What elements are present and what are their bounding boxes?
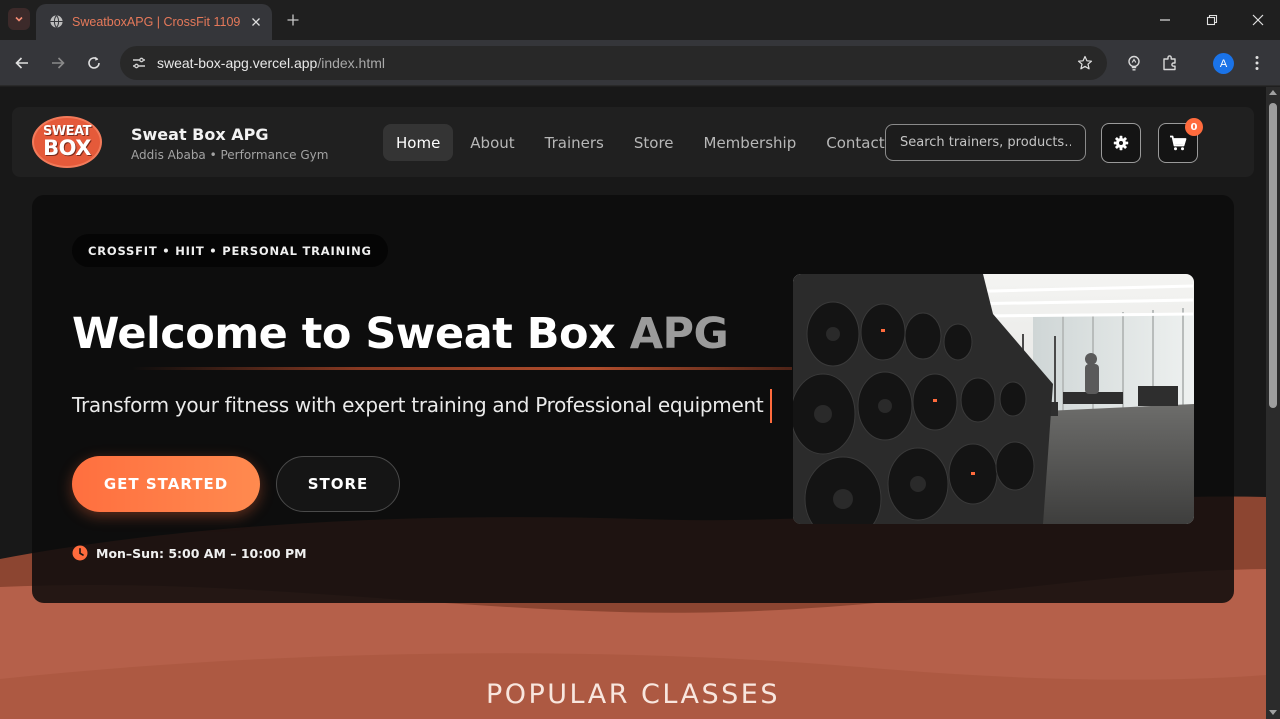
cart-button[interactable]: 0 <box>1158 118 1203 163</box>
browser-toolbar: sweat-box-apg.vercel.app/index.html A <box>0 40 1280 86</box>
logo-text-bottom: BOX <box>43 136 91 160</box>
opening-hours: Mon–Sun: 5:00 AM – 10:00 PM <box>72 545 307 561</box>
site-logo[interactable]: SWEAT BOX <box>32 116 102 168</box>
url-text: sweat-box-apg.vercel.app/index.html <box>157 55 385 71</box>
hero-title-main: Welcome to Sweat Box <box>72 309 630 359</box>
address-bar[interactable]: sweat-box-apg.vercel.app/index.html <box>120 46 1107 80</box>
minimize-icon <box>1160 19 1170 21</box>
hero-title: Welcome to Sweat Box APG <box>72 309 729 359</box>
title-underline <box>132 367 792 370</box>
gym-photo <box>793 274 1194 524</box>
brand-name: Sweat Box APG <box>131 125 269 144</box>
get-started-button[interactable]: GET STARTED <box>72 456 260 512</box>
profile-avatar[interactable]: A <box>1213 53 1234 74</box>
bookmark-button[interactable] <box>1075 53 1095 73</box>
extensions-button[interactable] <box>1159 52 1181 74</box>
scroll-thumb[interactable] <box>1269 103 1277 408</box>
browser-tab-active[interactable]: SweatboxAPG | CrossFit 1109 <box>36 4 272 40</box>
globe-icon <box>50 15 63 28</box>
hero-section: CROSSFIT • HIIT • PERSONAL TRAINING Welc… <box>32 195 1234 603</box>
hero-title-accent: APG <box>629 309 729 359</box>
tab-close-button[interactable] <box>246 12 266 32</box>
page-viewport: SWEAT BOX Sweat Box APG Addis Ababa • Pe… <box>0 87 1266 719</box>
page-scrollbar[interactable] <box>1266 87 1280 719</box>
popular-classes-heading: POPULAR CLASSES <box>485 679 780 710</box>
scroll-down-arrow[interactable] <box>1269 710 1277 715</box>
restore-button[interactable] <box>1200 8 1224 32</box>
cart-icon <box>1170 135 1187 151</box>
new-tab-button[interactable] <box>282 9 304 31</box>
close-icon <box>252 18 260 26</box>
minimize-button[interactable] <box>1153 8 1177 32</box>
nav-item-home[interactable]: Home <box>383 124 454 161</box>
performance-button[interactable] <box>1123 52 1145 74</box>
cart-count-badge: 0 <box>1185 118 1203 136</box>
chevron-down-icon <box>15 16 23 22</box>
nav-item-trainers[interactable]: Trainers <box>532 124 617 161</box>
restore-icon <box>1206 14 1218 26</box>
brand-tagline: Addis Ababa • Performance Gym <box>131 148 329 162</box>
store-button[interactable]: STORE <box>276 456 400 512</box>
reload-button[interactable] <box>82 51 106 75</box>
reload-icon <box>88 56 100 69</box>
back-button[interactable] <box>10 51 34 75</box>
arrow-right-icon <box>52 57 65 69</box>
scroll-up-arrow[interactable] <box>1269 90 1277 95</box>
gear-icon <box>1113 135 1129 151</box>
hours-text: Mon–Sun: 5:00 AM – 10:00 PM <box>96 545 307 561</box>
tune-icon <box>133 57 145 69</box>
nav-item-store[interactable]: Store <box>621 124 687 161</box>
plus-icon <box>287 14 299 26</box>
search-input[interactable] <box>885 124 1086 161</box>
settings-button[interactable] <box>1101 123 1141 163</box>
close-window-button[interactable] <box>1246 8 1270 32</box>
tab-search-button[interactable] <box>8 8 30 30</box>
main-nav: Home About Trainers Store Membership Con… <box>383 124 902 161</box>
browser-tab-bar: SweatboxAPG | CrossFit 1109 <box>0 0 1280 40</box>
typing-caret <box>770 389 772 423</box>
nav-item-about[interactable]: About <box>457 124 527 161</box>
lightbulb-icon <box>1128 55 1140 71</box>
puzzle-icon <box>1163 55 1176 71</box>
more-vertical-icon <box>1255 56 1259 70</box>
site-info-button[interactable] <box>128 52 150 74</box>
star-icon <box>1077 55 1093 70</box>
forward-button[interactable] <box>46 51 70 75</box>
browser-menu-button[interactable] <box>1246 52 1268 74</box>
nav-item-membership[interactable]: Membership <box>691 124 810 161</box>
url-path: /index.html <box>317 55 386 71</box>
hero-tags-pill: CROSSFIT • HIIT • PERSONAL TRAINING <box>72 234 388 267</box>
hero-subtitle: Transform your fitness with expert train… <box>72 393 764 417</box>
gym-photo-illustration <box>793 274 1194 524</box>
close-icon <box>1252 14 1264 26</box>
site-header: SWEAT BOX Sweat Box APG Addis Ababa • Pe… <box>12 107 1254 177</box>
tab-title: SweatboxAPG | CrossFit 1109 <box>72 15 241 29</box>
url-host: sweat-box-apg.vercel.app <box>157 55 318 71</box>
clock-icon <box>72 545 88 561</box>
arrow-left-icon <box>15 57 28 69</box>
